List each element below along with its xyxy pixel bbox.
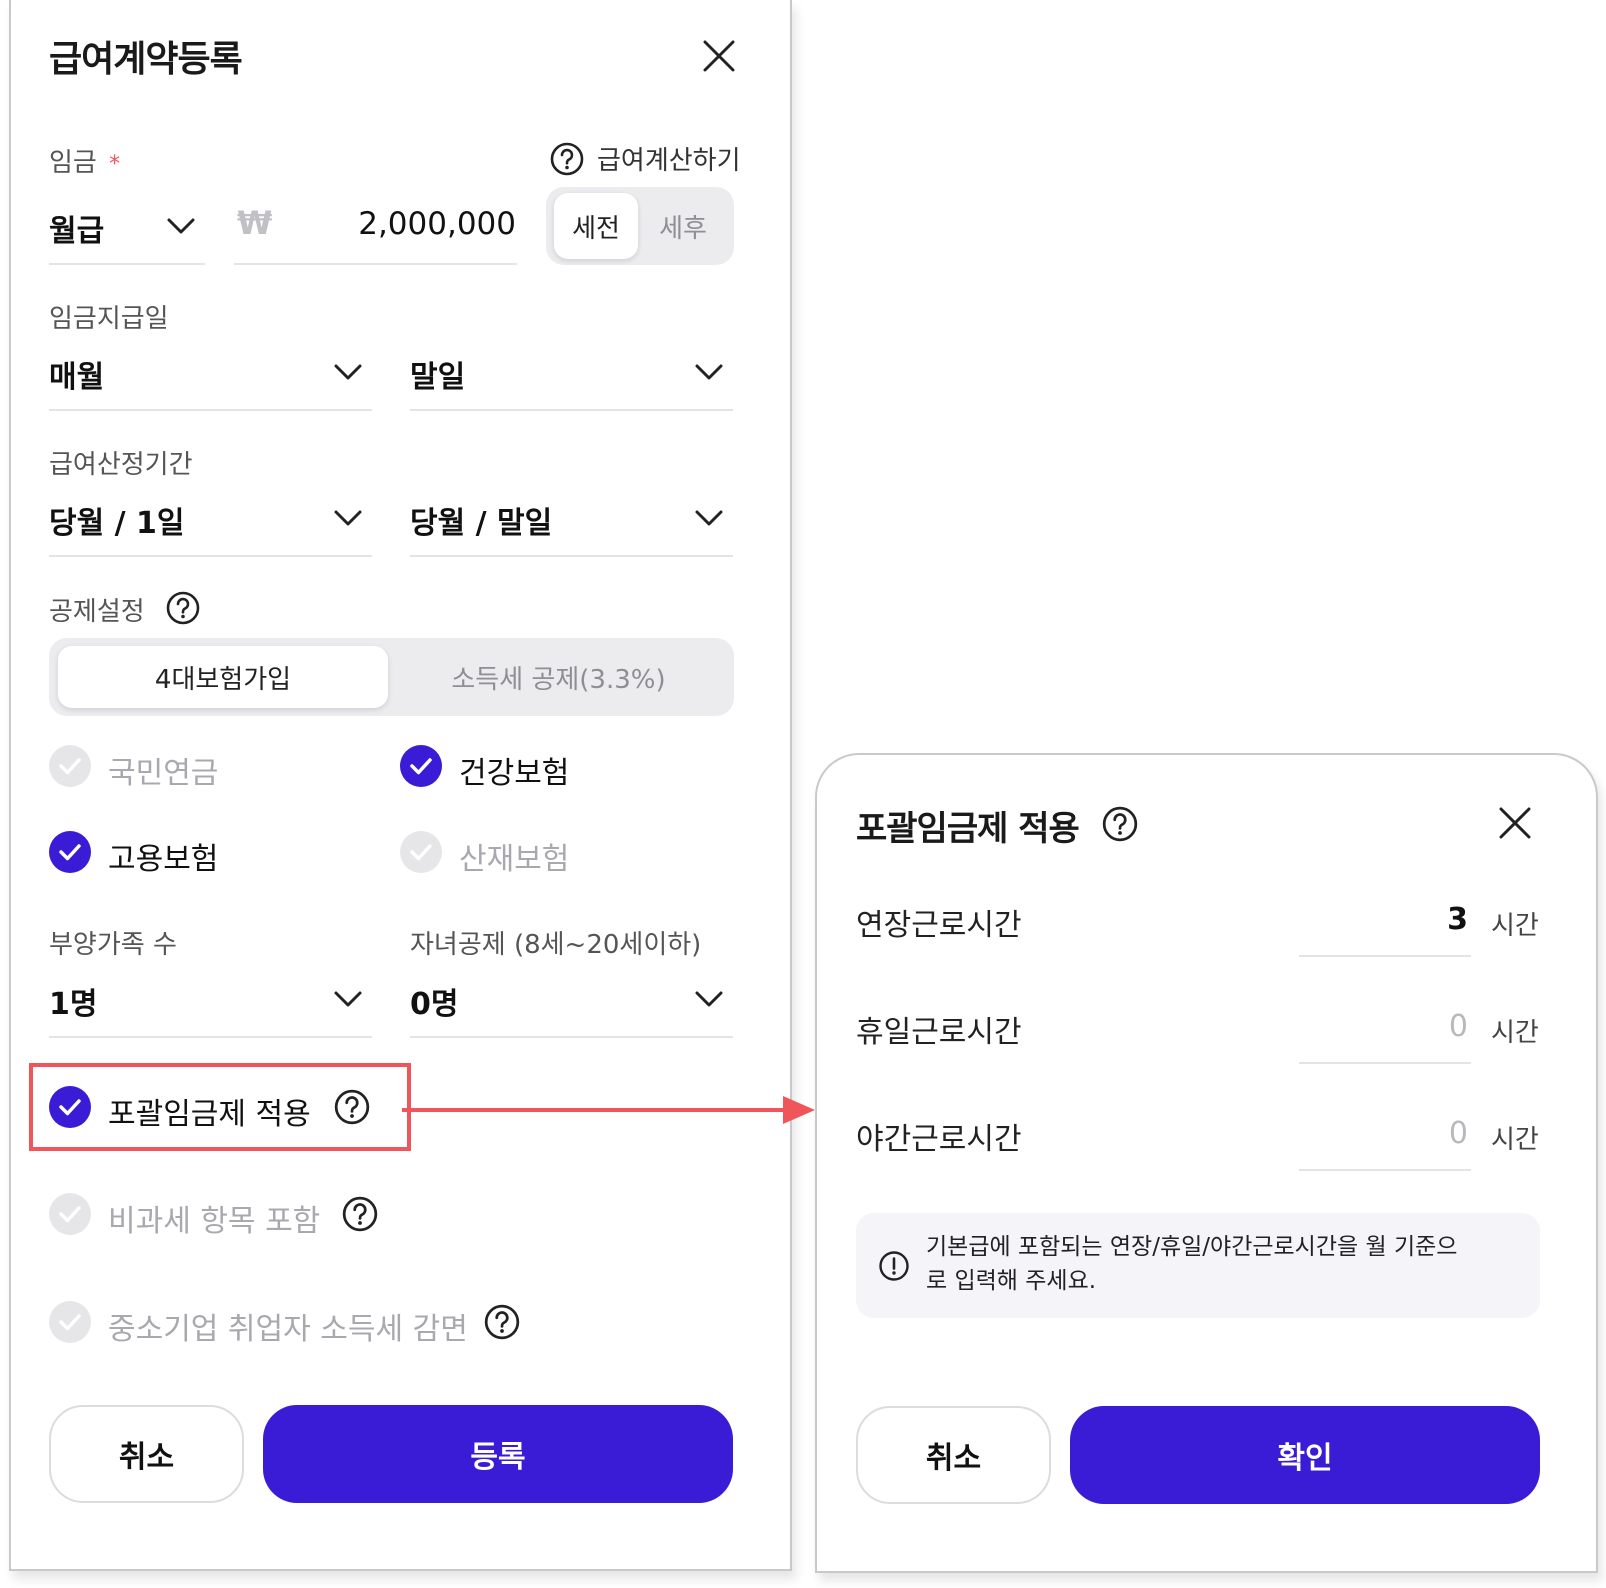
period-start-underline [49,555,372,557]
check-icon [59,758,81,775]
connector-arrow-icon [402,1096,815,1124]
help-icon[interactable] [165,590,201,626]
payday-day-underline [410,409,733,411]
amount-underline [234,263,517,265]
pay-type-underline [49,263,205,265]
night-hours-input[interactable]: 0 [1308,1116,1468,1151]
tab-income-tax[interactable]: 소득세 공제(3.3%) [391,646,726,708]
period-label: 급여산정기간 [49,450,193,480]
notice-box: 기본급에 포함되는 연장/휴일/야간근로시간을 월 기준으 로 입력해 주세요. [856,1213,1540,1318]
help-icon[interactable] [333,1088,371,1126]
deduction-label: 공제설정 [49,597,145,627]
pay-type-select[interactable]: 월급 [49,206,104,250]
chevron-down-icon[interactable] [693,356,725,388]
overtime-hours-unit: 시간 [1491,911,1539,941]
health-insurance-checkbox[interactable] [400,745,442,787]
help-icon [550,142,584,175]
payday-day-select[interactable]: 말일 [410,352,465,396]
chevron-down-icon[interactable] [332,502,364,534]
children-select[interactable]: 0명 [410,979,458,1023]
chevron-down-icon[interactable] [332,356,364,388]
amount-input[interactable]: 2,000,000 [311,206,516,242]
check-icon [59,1099,81,1116]
payday-label: 임금지급일 [49,304,169,334]
salary-calc-link[interactable]: 급여계산하기 [549,140,741,177]
health-insurance-label: 건강보험 [459,756,570,791]
night-hours-unit: 시간 [1491,1125,1539,1155]
children-underline [410,1036,733,1038]
industrial-accident-label: 산재보험 [459,842,570,877]
inclusive-wage-dialog: 포괄임금제 적용 연장근로시간 3 시간 휴일근로시간 0 시간 야간근로시간 … [815,753,1598,1573]
check-icon [59,1206,81,1223]
help-icon[interactable] [1101,805,1139,843]
check-icon [410,844,432,861]
chevron-down-icon[interactable] [332,983,364,1015]
dependents-underline [49,1036,372,1038]
dependents-select[interactable]: 1명 [49,979,97,1023]
register-button[interactable]: 등록 [263,1405,733,1503]
tab-four-insurances[interactable]: 4대보험가입 [58,646,388,708]
required-mark: * [109,152,121,177]
national-pension-label: 국민연금 [108,756,219,791]
chevron-down-icon[interactable] [165,210,197,242]
cancel-button[interactable]: 취소 [856,1406,1051,1504]
info-icon [879,1251,909,1281]
pre-tax-option[interactable]: 세전 [554,193,638,259]
overtime-hours-input[interactable]: 3 [1308,902,1468,937]
cancel-button[interactable]: 취소 [49,1405,244,1503]
nontaxable-checkbox[interactable] [49,1193,91,1235]
payday-cycle-select[interactable]: 매월 [49,352,104,396]
payday-cycle-underline [49,409,372,411]
close-icon[interactable] [1495,803,1535,843]
industrial-accident-checkbox[interactable] [400,831,442,873]
national-pension-checkbox[interactable] [49,745,91,787]
inclusive-wage-checkbox[interactable] [49,1086,91,1128]
sme-reduction-label: 중소기업 취업자 소득세 감면 [108,1312,468,1347]
check-icon [410,758,432,775]
wage-label: 임금 * [49,148,121,178]
employment-insurance-checkbox[interactable] [49,831,91,873]
holiday-hours-input[interactable]: 0 [1308,1009,1468,1044]
nontaxable-label: 비과세 항목 포함 [108,1204,321,1239]
dialog-title: 급여계약등록 [49,39,243,80]
holiday-hours-unit: 시간 [1491,1018,1539,1048]
help-icon[interactable] [341,1195,379,1233]
confirm-button[interactable]: 확인 [1070,1406,1540,1504]
overtime-hours-label: 연장근로시간 [856,908,1022,943]
holiday-hours-label: 휴일근로시간 [856,1015,1022,1050]
overtime-hours-underline [1299,955,1471,957]
close-icon[interactable] [699,36,739,76]
chevron-down-icon[interactable] [693,983,725,1015]
dependents-label: 부양가족 수 [49,930,177,960]
children-label: 자녀공제 (8세~20세이하) [410,930,702,960]
period-start-select[interactable]: 당월 / 1일 [49,498,185,542]
notice-text: 기본급에 포함되는 연장/휴일/야간근로시간을 월 기준으 로 입력해 주세요. [926,1234,1458,1294]
dialog-title: 포괄임금제 적용 [856,809,1080,849]
night-hours-underline [1299,1169,1471,1171]
holiday-hours-underline [1299,1062,1471,1064]
sme-reduction-checkbox[interactable] [49,1301,91,1343]
currency-symbol: ₩ [237,204,273,242]
period-end-select[interactable]: 당월 / 말일 [410,498,552,542]
employment-insurance-label: 고용보험 [108,842,219,877]
check-icon [59,844,81,861]
help-icon[interactable] [483,1303,521,1341]
chevron-down-icon[interactable] [693,502,725,534]
after-tax-option[interactable]: 세후 [641,193,725,259]
night-hours-label: 야간근로시간 [856,1122,1022,1157]
salary-contract-dialog: 급여계약등록 임금 * 급여계산하기 월급 ₩ 2,000,000 세전 세후 … [9,0,792,1571]
check-icon [59,1314,81,1331]
period-end-underline [410,555,733,557]
inclusive-wage-label: 포괄임금제 적용 [108,1097,311,1132]
